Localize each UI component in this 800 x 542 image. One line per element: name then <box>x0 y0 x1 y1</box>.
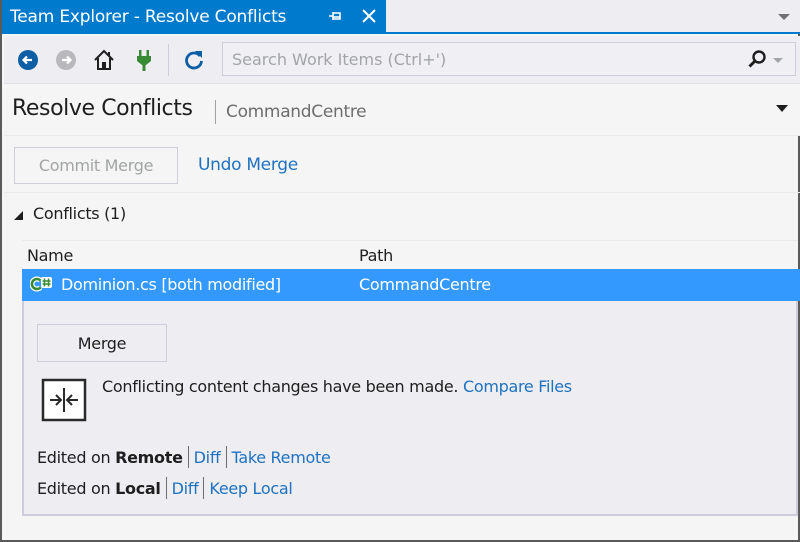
home-icon[interactable] <box>92 48 116 72</box>
search-input[interactable] <box>223 43 723 75</box>
pin-icon[interactable] <box>327 8 343 24</box>
conflict-file-name: Dominion.cs [both modified] <box>61 275 281 294</box>
local-diff-link[interactable]: Diff <box>172 479 199 498</box>
divider <box>225 446 227 468</box>
remote-diff-link[interactable]: Diff <box>194 448 221 467</box>
page-subtitle: CommandCentre <box>226 102 367 122</box>
undo-merge-link[interactable]: Undo Merge <box>198 155 298 175</box>
forward-arrow-icon <box>54 48 78 72</box>
keep-local-link[interactable]: Keep Local <box>209 479 292 498</box>
page-title: Resolve Conflicts <box>12 96 193 121</box>
toolbar-separator <box>168 44 169 76</box>
title-bar: Team Explorer - Resolve Conflicts <box>2 0 800 34</box>
conflicts-section-header[interactable]: Conflicts (1) <box>4 200 800 230</box>
remote-prefix: Edited on <box>37 447 111 467</box>
search-options-chevron-icon[interactable] <box>773 58 783 63</box>
conflict-row[interactable]: Dominion.cs [both modified] CommandCentr… <box>22 269 800 301</box>
divider <box>187 446 189 468</box>
conflicts-column-headers: Name Path <box>22 240 798 268</box>
merge-actions: Commit Merge Undo Merge <box>4 137 800 193</box>
title-tab[interactable]: Team Explorer - Resolve Conflicts <box>2 0 386 34</box>
compare-files-link[interactable]: Compare Files <box>463 377 572 396</box>
page-menu-chevron-icon[interactable] <box>776 105 788 112</box>
conflict-file-path: CommandCentre <box>359 275 491 294</box>
local-source: Local <box>115 478 161 498</box>
toolbar <box>4 36 800 84</box>
refresh-icon[interactable] <box>182 48 206 72</box>
column-header-name[interactable]: Name <box>27 246 73 265</box>
close-icon[interactable] <box>359 6 379 26</box>
title-divider <box>215 100 216 124</box>
conflict-detail-panel: Merge Conflicting content changes have b… <box>22 301 798 516</box>
merge-conflict-icon <box>41 378 87 422</box>
local-prefix: Edited on <box>37 478 111 498</box>
plug-icon[interactable] <box>132 48 156 72</box>
take-remote-link[interactable]: Take Remote <box>232 448 331 467</box>
search-box <box>222 42 796 76</box>
search-icon[interactable] <box>747 49 767 69</box>
divider <box>203 477 205 499</box>
remote-edit-line: Edited on Remote Diff Take Remote <box>37 446 331 468</box>
remote-source: Remote <box>115 447 183 467</box>
back-arrow-icon[interactable] <box>16 48 40 72</box>
commit-merge-button: Commit Merge <box>14 147 178 184</box>
conflict-message-text: Conflicting content changes have been ma… <box>102 377 459 396</box>
conflict-message: Conflicting content changes have been ma… <box>102 377 572 396</box>
csharp-file-icon <box>29 276 56 292</box>
chevron-down-icon[interactable] <box>778 14 790 20</box>
divider <box>165 477 167 499</box>
conflicts-title: Conflicts (1) <box>33 204 126 223</box>
local-edit-line: Edited on Local Diff Keep Local <box>37 477 293 499</box>
window-title: Team Explorer - Resolve Conflicts <box>10 7 287 27</box>
collapse-triangle-icon[interactable] <box>14 211 23 220</box>
team-explorer-window: Team Explorer - Resolve Conflicts Search… <box>0 0 800 542</box>
page-header: Resolve Conflicts CommandCentre <box>4 84 800 136</box>
column-header-path[interactable]: Path <box>359 246 393 265</box>
merge-button[interactable]: Merge <box>37 324 167 362</box>
